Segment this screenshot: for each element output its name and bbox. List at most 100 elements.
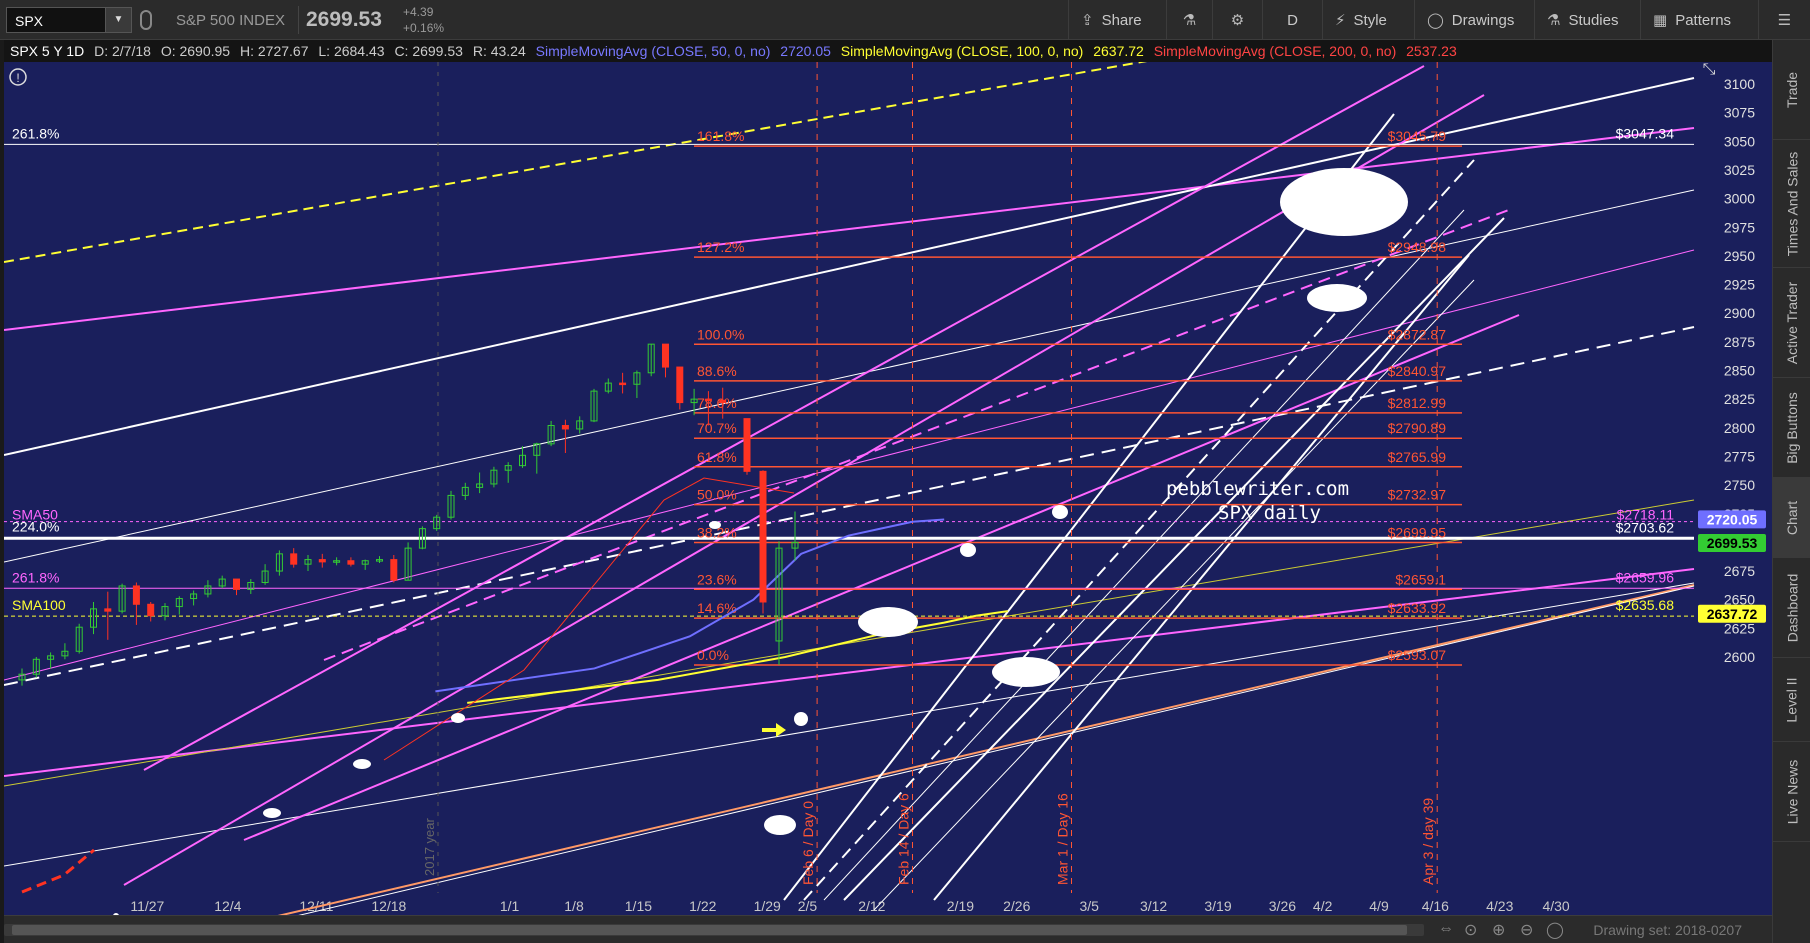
ellipse-icon: ◯ bbox=[1427, 12, 1444, 29]
candle-body[interactable] bbox=[132, 585, 140, 605]
target-ellipse[interactable] bbox=[794, 712, 808, 726]
share-button[interactable]: ⇪ Share bbox=[1068, 0, 1154, 40]
top-toolbar: SPX ▼ S&P 500 INDEX 2699.53 +4.39 +0.16%… bbox=[0, 0, 1810, 40]
watermark-site: pebblewriter.com bbox=[1166, 478, 1349, 500]
candle-body[interactable] bbox=[290, 553, 298, 565]
price-change-percent: +0.16% bbox=[403, 21, 445, 35]
x-tick-label: 4/16 bbox=[1422, 898, 1449, 914]
target-ellipse[interactable] bbox=[992, 657, 1060, 687]
chart-canvas[interactable]: 11/2712/412/1112/181/11/81/151/221/292/5… bbox=[4, 40, 1772, 915]
candle-body[interactable] bbox=[147, 603, 155, 617]
candle-body[interactable] bbox=[233, 578, 240, 590]
side-tab-dashboard[interactable]: Dashboard bbox=[1773, 558, 1810, 658]
candle-body[interactable] bbox=[619, 382, 627, 386]
candle-body[interactable] bbox=[318, 559, 326, 563]
x-tick-label: 4/30 bbox=[1542, 898, 1569, 914]
target-ellipse[interactable] bbox=[263, 808, 281, 818]
target-ellipse[interactable] bbox=[1307, 284, 1367, 312]
horizontal-scrollbar[interactable] bbox=[4, 924, 1424, 936]
side-tab-chart[interactable]: Chart bbox=[1773, 478, 1810, 558]
style-button[interactable]: ⚡ Style bbox=[1322, 0, 1399, 40]
link-icon[interactable] bbox=[140, 10, 152, 30]
candle-body[interactable] bbox=[676, 366, 684, 404]
target-ellipse[interactable] bbox=[451, 713, 465, 723]
x-tick-label: 4/23 bbox=[1486, 898, 1513, 914]
target-ellipse[interactable] bbox=[764, 815, 796, 835]
year-marker-label: 2017 year bbox=[422, 818, 437, 876]
x-tick-label: 1/8 bbox=[564, 898, 584, 914]
fib-percent-label: 78.6% bbox=[697, 395, 737, 411]
expand-icon: ⤡ bbox=[1703, 61, 1716, 78]
y-tick-label: 2950 bbox=[1724, 248, 1755, 264]
side-tab-label: Dashboard bbox=[1784, 573, 1800, 642]
candle-body[interactable] bbox=[104, 608, 112, 612]
menu-button[interactable]: ☰ bbox=[1758, 0, 1810, 40]
pan-icon[interactable]: ⇔ bbox=[1438, 920, 1454, 938]
candle-body[interactable] bbox=[347, 560, 355, 565]
side-tab-level-ii[interactable]: Level II bbox=[1773, 658, 1810, 742]
target-ellipse[interactable] bbox=[1052, 505, 1068, 519]
date-marker-label: Apr 3 / day 39 bbox=[1420, 798, 1436, 885]
x-tick-label: 1/29 bbox=[754, 898, 781, 914]
candle-body[interactable] bbox=[390, 559, 398, 581]
watermark-title: SPX daily bbox=[1218, 502, 1321, 524]
side-tab-trade[interactable]: Trade bbox=[1773, 40, 1810, 140]
target-ellipse[interactable] bbox=[858, 607, 918, 637]
chart-area[interactable]: 11/2712/412/1112/181/11/81/151/221/292/5… bbox=[4, 40, 1772, 943]
flask-button[interactable]: ⚗ bbox=[1166, 0, 1212, 40]
studies-button[interactable]: ⚗ Studies bbox=[1534, 0, 1631, 40]
sma100-study-label[interactable]: SimpleMovingAvg (CLOSE, 100, 0, no) bbox=[835, 40, 1084, 62]
y-tick-label: 2600 bbox=[1724, 649, 1755, 665]
y-tick-label: 3075 bbox=[1724, 105, 1755, 121]
fib-percent-label: 127.2% bbox=[697, 239, 744, 255]
target-ellipse[interactable] bbox=[353, 759, 371, 769]
x-tick-label: 11/27 bbox=[130, 898, 164, 914]
zoom-box-icon[interactable]: ⊙ bbox=[1464, 920, 1477, 940]
scrollbar-thumb[interactable] bbox=[12, 925, 1407, 935]
left-label-sma100: SMA100 bbox=[12, 597, 66, 613]
candle-body[interactable] bbox=[662, 343, 669, 368]
candle-body[interactable] bbox=[759, 470, 767, 603]
symbol-input[interactable]: SPX ▼ bbox=[6, 7, 132, 33]
side-tab-live-news[interactable]: Live News bbox=[1773, 742, 1810, 842]
x-tick-label: 3/19 bbox=[1204, 898, 1231, 914]
side-tab-times-and-sales[interactable]: Times And Sales bbox=[1773, 140, 1810, 268]
zoom-out-icon[interactable]: ⊖ bbox=[1520, 920, 1533, 940]
y-tick-label: 2675 bbox=[1724, 563, 1755, 579]
candle-body[interactable] bbox=[704, 398, 712, 402]
y-tick-label: 2800 bbox=[1724, 420, 1755, 436]
sma200-study-label[interactable]: SimpleMovingAvg (CLOSE, 200, 0, no) bbox=[1148, 40, 1397, 62]
symbol-text: SPX bbox=[15, 13, 44, 29]
target-ellipse[interactable] bbox=[1280, 168, 1408, 236]
candle-body[interactable] bbox=[561, 425, 569, 430]
right-label-3047: $3047.34 bbox=[1616, 125, 1675, 141]
x-tick-label: 2/19 bbox=[947, 898, 974, 914]
zoom-in-icon[interactable]: ⊕ bbox=[1492, 920, 1505, 940]
target-ellipse[interactable] bbox=[709, 521, 721, 529]
style-label: Style bbox=[1353, 11, 1387, 29]
side-tab-big-buttons[interactable]: Big Buttons bbox=[1773, 378, 1810, 478]
fib-price-label: $2659.1 bbox=[1395, 571, 1446, 587]
x-tick-label: 12/4 bbox=[214, 898, 241, 914]
studies-label: Studies bbox=[1568, 11, 1619, 29]
target-ellipse[interactable] bbox=[960, 543, 976, 557]
patterns-button[interactable]: ▦ Patterns bbox=[1640, 0, 1743, 40]
x-tick-label: 4/2 bbox=[1313, 898, 1333, 914]
side-tab-active-trader[interactable]: Active Trader bbox=[1773, 268, 1810, 378]
drawings-button[interactable]: ◯ Drawings bbox=[1414, 0, 1526, 40]
chevron-down-icon[interactable]: ▼ bbox=[105, 8, 131, 32]
left-label-224: 224.0% bbox=[12, 518, 59, 534]
side-tab-label: Live News bbox=[1784, 759, 1800, 824]
last-price: 2699.53 bbox=[306, 8, 382, 31]
last-price-tag-text: 2699.53 bbox=[1707, 535, 1758, 551]
style-icon: ⚡ bbox=[1335, 12, 1346, 29]
y-tick-label: 3025 bbox=[1724, 162, 1755, 178]
candle-body[interactable] bbox=[719, 399, 727, 404]
sma50-study-label[interactable]: SimpleMovingAvg (CLOSE, 50, 0, no) bbox=[530, 40, 771, 62]
settings-button[interactable]: ⚙ bbox=[1212, 0, 1262, 40]
sma50-study-value: 2720.05 bbox=[780, 43, 831, 59]
aggregation-button[interactable]: D bbox=[1262, 0, 1322, 40]
candle-body[interactable] bbox=[743, 418, 751, 472]
reset-zoom-icon[interactable]: ◯ bbox=[1546, 920, 1564, 940]
fib-percent-label: 161.8% bbox=[697, 128, 744, 144]
